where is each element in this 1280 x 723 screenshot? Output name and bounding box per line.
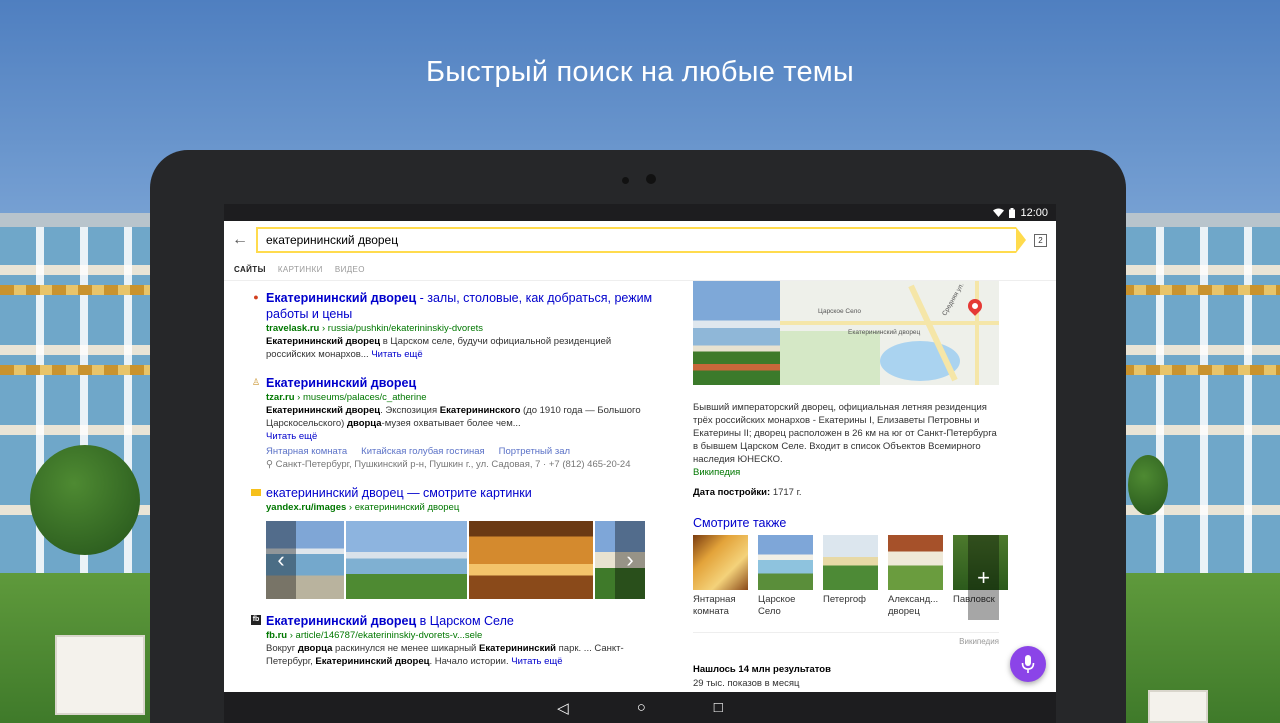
result-url[interactable]: tzar.ru › museums/palaces/c_atherine bbox=[266, 391, 661, 404]
tzar-favicon-icon: ♙ bbox=[251, 377, 261, 387]
planter-right bbox=[1148, 690, 1208, 723]
result-fb: fb Екатерининский дворец в Царском Селе … bbox=[251, 613, 661, 668]
wikipedia-source-small[interactable]: Википедия bbox=[693, 632, 999, 646]
clock: 12:00 bbox=[1020, 206, 1048, 219]
result-yandex-images: екатерининский дворец — смотрите картинк… bbox=[251, 485, 661, 599]
tab-video[interactable]: ВИДЕО bbox=[335, 265, 365, 274]
palace-photo[interactable] bbox=[693, 281, 780, 385]
nav-recents-icon[interactable]: □ bbox=[714, 699, 723, 716]
sitelinks: Янтарная комната Китайская голубая гости… bbox=[266, 444, 661, 459]
battery-icon bbox=[1009, 207, 1016, 218]
results-area: ● Екатерининский дворец - залы, столовые… bbox=[224, 281, 1056, 692]
tree-right bbox=[1128, 455, 1168, 515]
see-also-item[interactable]: Петергоф bbox=[823, 535, 878, 618]
planter-left bbox=[55, 635, 145, 715]
result-tzar: ♙ Екатерининский дворец tzar.ru › museum… bbox=[252, 375, 661, 471]
nav-back-icon[interactable]: ◁ bbox=[557, 699, 569, 717]
result-snippet: Вокруг дворца раскинулся не менее шикарн… bbox=[266, 643, 624, 667]
wikipedia-link[interactable]: Википедия bbox=[693, 466, 999, 479]
knowledge-description: Бывший императорский дворец, официальная… bbox=[693, 402, 997, 465]
map-label-city: Царское Село bbox=[818, 308, 861, 315]
gallery-image[interactable] bbox=[345, 521, 468, 599]
sitelink-chinese-room[interactable]: Китайская голубая гостиная bbox=[361, 444, 485, 459]
map-pin-icon bbox=[965, 296, 985, 316]
read-more-link[interactable]: Читать ещё bbox=[266, 431, 317, 442]
tab-count-button[interactable]: 2 bbox=[1034, 233, 1047, 247]
tab-images[interactable]: КАРТИНКИ bbox=[278, 265, 323, 274]
see-more-plus-icon[interactable]: + bbox=[968, 535, 999, 620]
result-url[interactable]: yandex.ru/images › екатерининский дворец bbox=[266, 501, 661, 514]
result-url[interactable]: travelask.ru › russia/pushkin/ekaterinin… bbox=[266, 322, 661, 335]
sitelink-amber-room[interactable]: Янтарная комната bbox=[266, 444, 347, 459]
result-snippet: Екатерининский дворец. Экспозиция Екатер… bbox=[266, 405, 641, 429]
microphone-icon bbox=[1021, 655, 1035, 673]
nav-home-icon[interactable]: ○ bbox=[637, 699, 646, 716]
address[interactable]: ⚲ Санкт-Петербург, Пушкинский р-н, Пушки… bbox=[266, 459, 661, 471]
see-also-item[interactable]: Александ... дворец bbox=[888, 535, 943, 618]
search-query: екатерининский дворец bbox=[266, 233, 399, 247]
tree-left bbox=[30, 445, 140, 555]
travelask-favicon-icon: ● bbox=[253, 292, 259, 302]
see-also-item[interactable]: Царское Село bbox=[758, 535, 813, 618]
monthly-impressions: 29 тыс. показов в месяц bbox=[693, 678, 800, 689]
map-label-place: Екатерининский дворец bbox=[848, 329, 921, 336]
location-pin-icon: ⚲ bbox=[266, 459, 273, 470]
fb-favicon-icon: fb bbox=[251, 615, 261, 625]
voice-search-button[interactable] bbox=[1010, 646, 1046, 682]
knowledge-panel: Царское Село Екатерининский дворец Средн… bbox=[693, 281, 1008, 689]
see-also-row: Янтарная комната Царское Село Петергоф А… bbox=[693, 535, 1008, 620]
headline: Быстрый поиск на любые темы bbox=[426, 56, 854, 88]
palace-right bbox=[1120, 213, 1280, 585]
search-tabs: САЙТЫ КАРТИНКИ ВИДЕО bbox=[224, 259, 1056, 281]
images-favicon-icon bbox=[251, 489, 261, 496]
knowledge-hero: Царское Село Екатерининский дворец Средн… bbox=[693, 281, 999, 385]
results-list: ● Екатерининский дворец - залы, столовые… bbox=[251, 290, 661, 682]
result-title[interactable]: Екатерининский дворец в Царском Селе bbox=[266, 613, 661, 629]
gallery-image[interactable] bbox=[469, 521, 594, 599]
see-also-item[interactable]: Янтарная комната bbox=[693, 535, 748, 618]
result-travelask: ● Екатерининский дворец - залы, столовые… bbox=[253, 290, 661, 361]
result-snippet: Екатерининский дворец в Царском селе, бу… bbox=[266, 336, 612, 360]
gallery-prev-icon[interactable]: ‹ bbox=[266, 521, 296, 599]
image-gallery: ‹ › bbox=[266, 521, 645, 599]
map-label-street: Средняя ул. bbox=[941, 281, 966, 318]
back-arrow-icon[interactable]: ← bbox=[232, 231, 256, 249]
search-input[interactable]: екатерининский дворец bbox=[256, 227, 1026, 253]
result-title[interactable]: екатерининский дворец — смотрите картинк… bbox=[266, 485, 661, 501]
wifi-icon bbox=[993, 208, 1005, 217]
read-more-link[interactable]: Читать ещё bbox=[371, 349, 422, 360]
tab-sites[interactable]: САЙТЫ bbox=[234, 265, 266, 274]
read-more-link[interactable]: Читать ещё bbox=[511, 656, 562, 667]
sensor-dot bbox=[622, 177, 629, 184]
map-preview[interactable]: Царское Село Екатерининский дворец Средн… bbox=[780, 281, 999, 385]
sitelink-portrait-hall[interactable]: Портретный зал bbox=[499, 444, 570, 459]
tablet-frame: 12:00 ← екатерининский дворец 2 САЙТЫ КА… bbox=[150, 150, 1126, 723]
result-url[interactable]: fb.ru › article/146787/ekaterininskiy-dv… bbox=[266, 629, 661, 642]
see-also-title[interactable]: Смотрите также bbox=[693, 516, 999, 530]
result-title[interactable]: Екатерининский дворец - залы, столовые, … bbox=[266, 290, 661, 322]
results-count: Нашлось 14 млн результатов bbox=[693, 664, 831, 675]
search-row: ← екатерининский дворец 2 bbox=[224, 221, 1056, 259]
android-nav-bar: ◁ ○ □ bbox=[224, 692, 1056, 723]
build-date: Дата постройки: 1717 г. bbox=[693, 487, 802, 498]
result-title[interactable]: Екатерининский дворец bbox=[266, 375, 661, 391]
status-bar: 12:00 bbox=[224, 204, 1056, 221]
gallery-next-icon[interactable]: › bbox=[615, 521, 645, 599]
tablet-screen: 12:00 ← екатерининский дворец 2 САЙТЫ КА… bbox=[224, 204, 1056, 692]
camera bbox=[646, 174, 656, 184]
